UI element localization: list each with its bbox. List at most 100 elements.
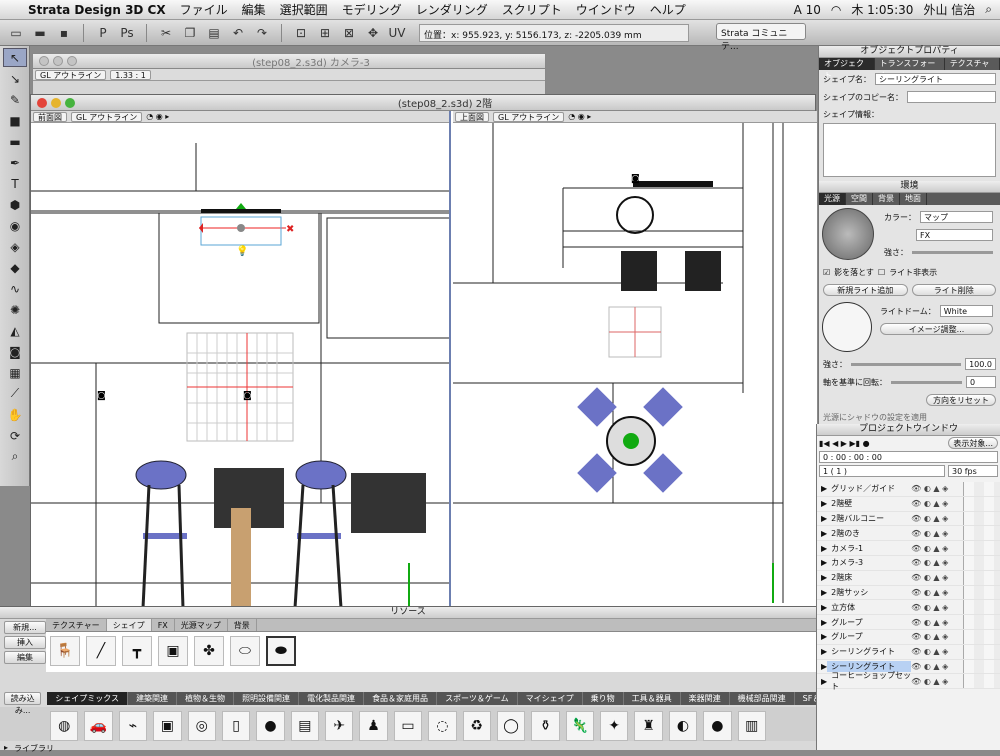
layer-timeline[interactable] [963, 541, 1000, 555]
tab-background[interactable]: 背景 [228, 619, 257, 631]
dome-select[interactable]: White [939, 305, 993, 317]
shape-item[interactable]: ◍ [50, 711, 79, 741]
uv-icon[interactable]: UV [387, 23, 407, 43]
close-button[interactable] [39, 56, 49, 66]
menu-selection[interactable]: 選択範囲 [280, 1, 328, 18]
layer-row[interactable]: ▶ グループ 👁 ◐ ▲ ◈ [817, 629, 1000, 645]
hide-light-checkbox[interactable]: ☐ [878, 268, 885, 277]
light-direction-dial[interactable] [822, 208, 874, 260]
category-tab[interactable]: SF＆ファンタジー [794, 692, 816, 705]
top-view-pane[interactable]: 上面図 GL アウトライン ◔ ◉ ▸ ◙ [453, 111, 817, 608]
layer-timeline[interactable] [963, 644, 1000, 659]
pen-icon[interactable]: ✒ [3, 153, 27, 172]
layer-timeline[interactable] [963, 600, 1000, 615]
grid-object[interactable] [608, 306, 662, 358]
close-button[interactable] [37, 97, 47, 108]
fx-select[interactable]: FX [916, 229, 993, 241]
tab-light[interactable]: 光源 [819, 193, 846, 205]
layer-visibility-icons[interactable]: 👁 ◐ ▲ ◈ [911, 677, 963, 686]
view-controls-icon[interactable]: ◔ ◉ ▸ [146, 112, 169, 121]
shadow-checkbox[interactable]: ☑ [823, 268, 830, 277]
group-icon[interactable]: ⊞ [315, 23, 335, 43]
layer-row[interactable]: ▶ 立方体 👁 ◐ ▲ ◈ [817, 600, 1000, 616]
ceiling-light-object[interactable] [616, 196, 654, 234]
minimize-button[interactable] [51, 97, 61, 108]
layer-timeline[interactable] [963, 585, 1000, 600]
shape-item[interactable]: ♜ [634, 711, 663, 741]
shape-item[interactable]: 🚗 [84, 711, 113, 741]
skin-icon[interactable]: ◈ [3, 237, 27, 256]
view-select[interactable]: 前面図 [33, 111, 67, 122]
community-select[interactable]: Strata コミュニテ... [716, 23, 806, 52]
shape-item[interactable]: ◯ [496, 711, 526, 741]
display-target-button[interactable]: 表示対象... [948, 437, 998, 449]
layer-name[interactable]: 2階壁 [827, 498, 911, 509]
layer-row[interactable]: ▶ グループ 👁 ◐ ▲ ◈ [817, 615, 1000, 630]
layer-visibility-icons[interactable]: 👁 ◐ ▲ ◈ [911, 662, 963, 671]
layer-visibility-icons[interactable]: 👁 ◐ ▲ ◈ [911, 529, 963, 538]
hand-icon[interactable]: ✋ [3, 405, 27, 424]
camera-marker-icon[interactable]: ◙ [243, 391, 252, 401]
lathe-icon[interactable]: ◉ [3, 216, 27, 235]
category-tab[interactable]: シェイプミックス [47, 692, 129, 705]
minimize-button[interactable] [53, 56, 63, 66]
shape-item[interactable]: ✈ [325, 711, 354, 741]
category-tab[interactable]: 照明設備関連 [234, 692, 300, 705]
category-tab[interactable]: 建築関連 [128, 692, 178, 705]
layer-row[interactable]: ▶ カメラ-1 👁 ◐ ▲ ◈ [817, 541, 1000, 556]
tab-transform[interactable]: トランスフォーム [875, 58, 945, 80]
deform-icon[interactable]: ∿ [3, 279, 27, 298]
menu-window[interactable]: ウインドウ [576, 1, 636, 18]
shape-item[interactable]: ◎ [187, 711, 216, 741]
redo-icon[interactable]: ↷ [252, 23, 272, 43]
add-light-button[interactable]: 新規ライト追加 [823, 284, 908, 296]
layer-timeline[interactable] [963, 674, 1000, 689]
layer-visibility-icons[interactable]: 👁 ◐ ▲ ◈ [911, 558, 963, 567]
ungroup-icon[interactable]: ⊠ [339, 23, 359, 43]
timecode-field[interactable]: 0 : 00 : 00 : 00 [819, 451, 998, 463]
input-method[interactable]: A 10 [794, 3, 821, 17]
rotate-field[interactable]: 0 [966, 376, 996, 388]
insert-resource-button[interactable]: 挿入 [4, 636, 46, 649]
layer-timeline[interactable] [963, 615, 1000, 629]
chair2-thumbnail[interactable]: ▣ [158, 636, 188, 666]
library-toggle-icon[interactable]: ▸ [4, 743, 8, 754]
layer-timeline[interactable] [963, 659, 1000, 674]
modeling-window-titlebar[interactable]: (step08_2.s3d) 2階 [31, 95, 815, 111]
shape-item[interactable]: ◌ [428, 711, 457, 741]
tab-object[interactable]: オブジェクト [819, 58, 875, 80]
pdf-icon[interactable]: P [93, 23, 113, 43]
shape-item[interactable]: ◐ [668, 711, 698, 741]
shape-item[interactable]: ▯ [221, 711, 251, 741]
select-arrow-icon[interactable]: ↖ [3, 48, 27, 67]
grid-icon[interactable]: ▦ [3, 363, 27, 382]
layer-name[interactable]: グループ [827, 617, 911, 628]
layer-visibility-icons[interactable]: 👁 ◐ ▲ ◈ [911, 514, 963, 523]
save-icon[interactable]: ▪ [54, 23, 74, 43]
undo-icon[interactable]: ↶ [228, 23, 248, 43]
category-tab[interactable]: 電化製品関連 [299, 692, 365, 705]
view-select[interactable]: 上面図 [455, 111, 489, 122]
zoom-icon[interactable]: ⌕ [3, 447, 27, 466]
tab-background[interactable]: 背景 [873, 193, 900, 205]
layer-visibility-icons[interactable]: 👁 ◐ ▲ ◈ [911, 484, 963, 493]
box-icon[interactable]: ■ [3, 111, 27, 130]
shape-item[interactable]: ▭ [393, 711, 423, 741]
layer-row[interactable]: ▶ コーヒーショップセット 👁 ◐ ▲ ◈ [817, 671, 1000, 691]
bevel-icon[interactable]: ◆ [3, 258, 27, 277]
delete-light-button[interactable]: ライト削除 [911, 284, 996, 296]
copy-name-field[interactable] [907, 91, 996, 103]
shape-info-field[interactable] [823, 123, 996, 177]
layer-timeline[interactable] [963, 496, 1000, 511]
shape-item[interactable]: 🦎 [565, 711, 594, 741]
frame-field[interactable]: 1 ( 1 ) [819, 465, 945, 477]
chair-thumbnail[interactable]: 🪑 [50, 636, 80, 666]
tableset-thumbnail[interactable]: ✤ [194, 636, 224, 666]
new-resource-button[interactable]: 新規... [4, 621, 46, 634]
menu-modeling[interactable]: モデリング [342, 1, 402, 18]
paste-icon[interactable]: ▤ [204, 23, 224, 43]
ceiling-light-thumbnail[interactable]: ⬬ [266, 636, 296, 666]
zoom-select[interactable]: 1.33 : 1 [110, 69, 151, 80]
spotlight-tool-icon[interactable]: ◭ [3, 321, 27, 340]
tab-space[interactable]: 空間 [846, 193, 873, 205]
